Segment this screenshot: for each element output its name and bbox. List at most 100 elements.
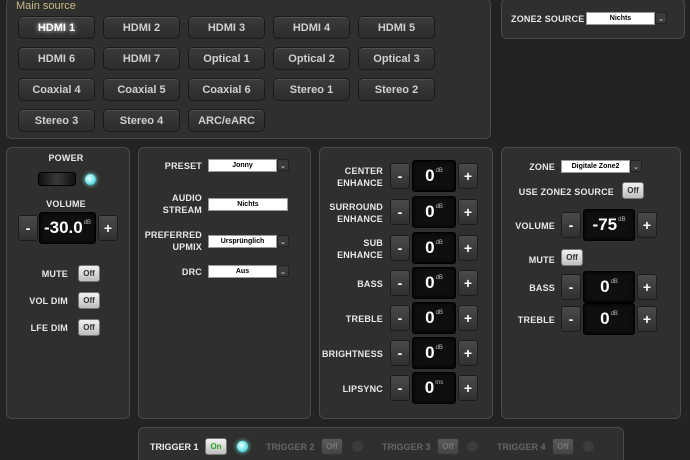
volume-display: -30.0 dB — [39, 212, 96, 244]
source-button-stereo-2[interactable]: Stereo 2 — [358, 78, 435, 101]
source-button-stereo-1[interactable]: Stereo 1 — [273, 78, 350, 101]
zone2-treble-unit: dB — [610, 311, 618, 317]
mute-toggle[interactable]: Off — [78, 265, 100, 282]
upmix-select[interactable]: Ursprünglich — [208, 235, 277, 248]
surround-plus-button[interactable]: + — [458, 199, 478, 225]
source-button-coaxial-6[interactable]: Coaxial 6 — [188, 78, 265, 101]
sub-unit: dB — [435, 240, 443, 246]
surround-unit: dB — [435, 204, 443, 210]
source-button-arc-earc[interactable]: ARC/eARC — [188, 109, 265, 132]
brightness-value: 0 — [425, 343, 435, 362]
trigger-3-led-icon — [467, 441, 478, 452]
center-minus-button[interactable]: - — [390, 163, 410, 189]
source-button-stereo-3[interactable]: Stereo 3 — [18, 109, 95, 132]
trigger-2-led-icon — [352, 441, 363, 452]
zone2-treble-plus-button[interactable]: + — [637, 306, 657, 332]
bass-unit: dB — [435, 275, 443, 281]
voldim-toggle[interactable]: Off — [78, 292, 100, 309]
center-label-line2: ENHANCE — [337, 178, 383, 188]
brightness-label: BRIGHTNESS — [321, 348, 383, 360]
center-plus-button[interactable]: + — [458, 163, 478, 189]
surround-minus-button[interactable]: - — [390, 199, 410, 225]
use-zone2-source-label: USE ZONE2 SOURCE — [518, 187, 614, 197]
drc-select[interactable]: Aus — [208, 265, 277, 278]
zone2-volume-minus-button[interactable]: - — [561, 212, 581, 238]
sub-label: SUB ENHANCE — [321, 237, 383, 261]
treble-minus-button[interactable]: - — [390, 305, 410, 331]
source-button-hdmi-7[interactable]: HDMI 7 — [103, 47, 180, 70]
surround-label-line1: SURROUND — [329, 202, 383, 212]
zone2-volume-display: -75 dB — [583, 209, 635, 241]
drc-label: DRC — [181, 267, 202, 277]
trigger-1-label: TRIGGER 1 — [150, 442, 199, 452]
zone2-treble-display: 0 dB — [583, 303, 635, 335]
brightness-plus-button[interactable]: + — [458, 340, 478, 366]
source-button-optical-2[interactable]: Optical 2 — [273, 47, 350, 70]
power-switch[interactable] — [38, 172, 76, 186]
zone2-volume-unit: dB — [618, 217, 626, 223]
source-button-hdmi-1[interactable]: HDMI 1 — [18, 16, 95, 39]
volume-minus-button[interactable]: - — [18, 215, 38, 241]
treble-plus-button[interactable]: + — [458, 305, 478, 331]
source-button-coaxial-5[interactable]: Coaxial 5 — [103, 78, 180, 101]
main-source-legend: Main source — [16, 0, 76, 12]
upmix-dropdown-icon[interactable]: ⌄ — [277, 235, 289, 247]
source-button-hdmi-4[interactable]: HDMI 4 — [273, 16, 350, 39]
zone-select[interactable]: Digitale Zone2 — [561, 160, 630, 173]
source-button-optical-3[interactable]: Optical 3 — [358, 47, 435, 70]
zone2-bass-unit: dB — [610, 279, 618, 285]
zone2-source-label: ZONE2 SOURCE — [511, 14, 585, 24]
surround-value: 0 — [425, 202, 435, 221]
lfedim-toggle[interactable]: Off — [78, 319, 100, 336]
use-zone2-source-toggle[interactable]: Off — [622, 182, 644, 199]
source-button-hdmi-5[interactable]: HDMI 5 — [358, 16, 435, 39]
sub-plus-button[interactable]: + — [458, 235, 478, 261]
drc-dropdown-icon[interactable]: ⌄ — [277, 265, 289, 277]
zone2-volume-plus-button[interactable]: + — [637, 212, 657, 238]
preset-select[interactable]: Jonny — [208, 159, 277, 172]
zone2-mute-toggle[interactable]: Off — [561, 249, 583, 266]
voldim-label: VOL DIM — [29, 296, 68, 306]
trigger-1-toggle[interactable]: On — [205, 438, 227, 455]
source-button-hdmi-3[interactable]: HDMI 3 — [188, 16, 265, 39]
treble-unit: dB — [435, 310, 443, 316]
source-button-hdmi-2[interactable]: HDMI 2 — [103, 16, 180, 39]
trigger-2-toggle[interactable]: Off — [321, 438, 343, 455]
zone2-source-select[interactable]: Nichts — [586, 12, 655, 25]
bass-minus-button[interactable]: - — [390, 270, 410, 296]
treble-label-line1: TREBLE — [345, 314, 383, 324]
treble-value: 0 — [425, 308, 435, 327]
lipsync-plus-button[interactable]: + — [458, 375, 478, 401]
lipsync-display: 0 ms — [412, 372, 456, 404]
zone2-bass-display: 0 dB — [583, 271, 635, 303]
treble-label: TREBLE — [321, 313, 383, 325]
lipsync-minus-button[interactable]: - — [390, 375, 410, 401]
source-button-coaxial-4[interactable]: Coaxial 4 — [18, 78, 95, 101]
source-button-stereo-4[interactable]: Stereo 4 — [103, 109, 180, 132]
zone2-treble-value: 0 — [600, 309, 610, 328]
lipsync-value: 0 — [424, 378, 435, 397]
preset-dropdown-icon[interactable]: ⌄ — [277, 159, 289, 171]
volume-label: VOLUME — [46, 199, 86, 209]
zone2-treble-minus-button[interactable]: - — [561, 306, 581, 332]
volume-plus-button[interactable]: + — [98, 215, 118, 241]
zone2-source-dropdown-icon[interactable]: ⌄ — [655, 12, 667, 24]
brightness-minus-button[interactable]: - — [390, 340, 410, 366]
trigger-3-toggle[interactable]: Off — [437, 438, 459, 455]
bass-value: 0 — [425, 273, 435, 292]
sub-label-line2: ENHANCE — [337, 250, 383, 260]
sub-label-line1: SUB — [363, 238, 383, 248]
zone2-bass-plus-button[interactable]: + — [637, 274, 657, 300]
bass-plus-button[interactable]: + — [458, 270, 478, 296]
lfedim-label: LFE DIM — [30, 323, 68, 333]
brightness-unit: dB — [435, 345, 443, 351]
upmix-label-line2: UPMIX — [172, 242, 202, 252]
zone-dropdown-icon[interactable]: ⌄ — [630, 160, 642, 172]
trigger-4-toggle[interactable]: Off — [552, 438, 574, 455]
zone2-bass-minus-button[interactable]: - — [561, 274, 581, 300]
sub-minus-button[interactable]: - — [390, 235, 410, 261]
source-button-optical-1[interactable]: Optical 1 — [188, 47, 265, 70]
upmix-label-line1: PREFERRED — [144, 230, 202, 240]
source-button-hdmi-6[interactable]: HDMI 6 — [18, 47, 95, 70]
audio-stream-field[interactable]: Nichts — [208, 198, 288, 211]
